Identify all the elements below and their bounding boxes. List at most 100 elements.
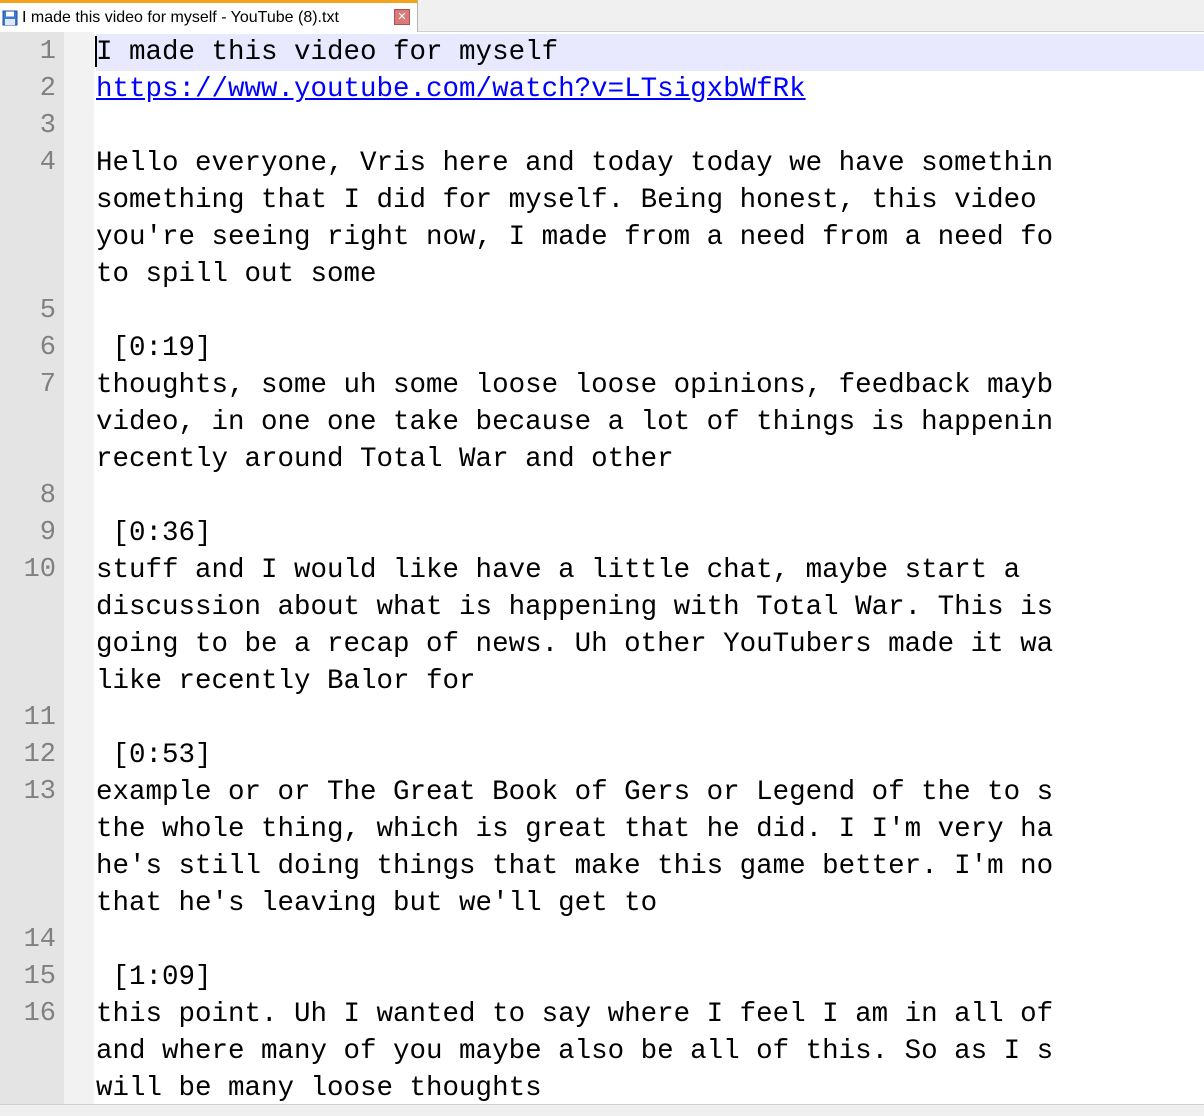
line-number: 5 [39, 296, 56, 326]
line-number: 8 [39, 481, 56, 511]
line-text-segment: will be many loose thoughts [96, 1073, 542, 1104]
editor-line[interactable]: 14 [0, 922, 1204, 959]
line-text[interactable] [96, 700, 1204, 737]
editor-line[interactable]: 8 [0, 478, 1204, 515]
editor-line[interactable]: 15 [1:09] [0, 959, 1204, 996]
line-number: 11 [23, 703, 56, 733]
editor-line[interactable]: 3 [0, 108, 1204, 145]
line-text-segment: this point. Uh I wanted to say where I f… [96, 999, 1054, 1030]
line-text[interactable]: I made this video for myself [96, 34, 1204, 71]
line-text-segment: Hello everyone, Vris here and today toda… [96, 148, 1054, 179]
line-text[interactable]: [0:19] [96, 330, 1204, 367]
editor-line[interactable]: 13 example or or The Great Book of Gers o… [0, 774, 1204, 922]
line-text-segment: and where many of you maybe also be all … [96, 1036, 1054, 1067]
line-number: 16 [23, 999, 56, 1029]
line-text-segment: [0:53] [96, 740, 212, 771]
line-text[interactable]: example or or The Great Book of Gers or … [96, 774, 1204, 922]
line-number: 9 [39, 518, 56, 548]
line-text-segment [96, 700, 1204, 737]
line-text-segment: that he's leaving but we'll get to [96, 888, 658, 919]
editor-line[interactable]: 7 thoughts, some uh some loose loose opin… [0, 367, 1204, 478]
line-text[interactable]: this point. Uh I wanted to say where I f… [96, 996, 1204, 1104]
line-text-segment: going to be a recap of news. Uh other Yo… [96, 629, 1054, 660]
editor-line[interactable]: 11 [0, 700, 1204, 737]
editor-line[interactable]: 12 [0:53] [0, 737, 1204, 774]
line-number: 6 [39, 333, 56, 363]
line-text-segment: thoughts, some uh some loose loose opini… [96, 370, 1054, 401]
line-text[interactable]: https://www.youtube.com/watch?v=LTsigxbW… [96, 71, 1204, 108]
editor-lines[interactable]: 1 I made this video for myself 2 https://ww… [0, 34, 1204, 1104]
line-text[interactable]: thoughts, some uh some loose loose opini… [96, 367, 1204, 478]
line-number: 1 [39, 37, 56, 67]
line-number: 14 [23, 925, 56, 955]
line-text[interactable] [96, 478, 1204, 515]
line-text-segment [96, 108, 1204, 145]
line-text-segment: something that I did for myself. Being h… [96, 185, 1037, 216]
horizontal-scrollbar[interactable] [0, 1104, 1204, 1116]
line-text[interactable]: Hello everyone, Vris here and today toda… [96, 145, 1204, 293]
line-number: 10 [23, 555, 56, 585]
line-text[interactable] [96, 293, 1204, 330]
line-text-segment: like recently Balor for [96, 666, 476, 697]
line-text[interactable]: [0:36] [96, 515, 1204, 552]
editor-line[interactable]: 16 this point. Uh I wanted to say where I… [0, 996, 1204, 1104]
line-text-segment: [1:09] [96, 962, 212, 993]
tab-bar: I made this video for myself - YouTube (… [0, 0, 1204, 32]
close-tab-icon[interactable]: ✕ [394, 9, 410, 25]
floppy-disk-icon [2, 10, 18, 26]
line-text-segment [96, 293, 1204, 330]
line-text[interactable]: stuff and I would like have a little cha… [96, 552, 1204, 700]
line-text[interactable] [96, 108, 1204, 145]
line-number: 3 [39, 111, 56, 141]
editor-line[interactable]: 6 [0:19] [0, 330, 1204, 367]
editor-line[interactable]: 4 Hello everyone, Vris here and today tod… [0, 145, 1204, 293]
text-editor[interactable]: 1 I made this video for myself 2 https://ww… [0, 32, 1204, 1104]
line-number: 12 [23, 740, 56, 770]
line-text-segment: [0:36] [96, 518, 212, 549]
line-text-segment: you're seeing right now, I made from a n… [96, 222, 1054, 253]
line-number: 15 [23, 962, 56, 992]
editor-line[interactable]: 1 I made this video for myself [0, 34, 1204, 71]
line-text-segment: example or or The Great Book of Gers or … [96, 777, 1054, 808]
line-text[interactable]: [1:09] [96, 959, 1204, 996]
url-link[interactable]: https://www.youtube.com/watch?v=LTsigxbW… [96, 71, 1204, 108]
line-text-segment [96, 478, 1204, 515]
line-text[interactable] [96, 922, 1204, 959]
editor-line[interactable]: 5 [0, 293, 1204, 330]
line-text-segment: [0:19] [96, 333, 212, 364]
line-text-segment: discussion about what is happening with … [96, 592, 1054, 623]
line-number: 13 [23, 777, 56, 807]
line-text-segment: he's still doing things that make this g… [96, 851, 1054, 882]
notepad-window: I made this video for myself - YouTube (… [0, 0, 1204, 1116]
line-text-segment: the whole thing, which is great that he … [96, 814, 1054, 845]
line-text-segment [96, 922, 1204, 959]
editor-line[interactable]: 9 [0:36] [0, 515, 1204, 552]
tab-document[interactable]: I made this video for myself - YouTube (… [0, 0, 418, 32]
line-text-segment: I made this video for myself [96, 37, 559, 68]
text-caret [95, 36, 97, 67]
line-text-segment: video, in one one take because a lot of … [96, 407, 1054, 438]
line-text-segment: recently around Total War and other [96, 444, 674, 475]
editor-line[interactable]: 2 https://www.youtube.com/watch?v=LTsigxb… [0, 71, 1204, 108]
line-text-segment: stuff and I would like have a little cha… [96, 555, 1021, 586]
line-text[interactable]: [0:53] [96, 737, 1204, 774]
editor-line[interactable]: 10 stuff and I would like have a little c… [0, 552, 1204, 700]
line-text-segment: to spill out some [96, 259, 377, 290]
line-number: 2 [39, 74, 56, 104]
